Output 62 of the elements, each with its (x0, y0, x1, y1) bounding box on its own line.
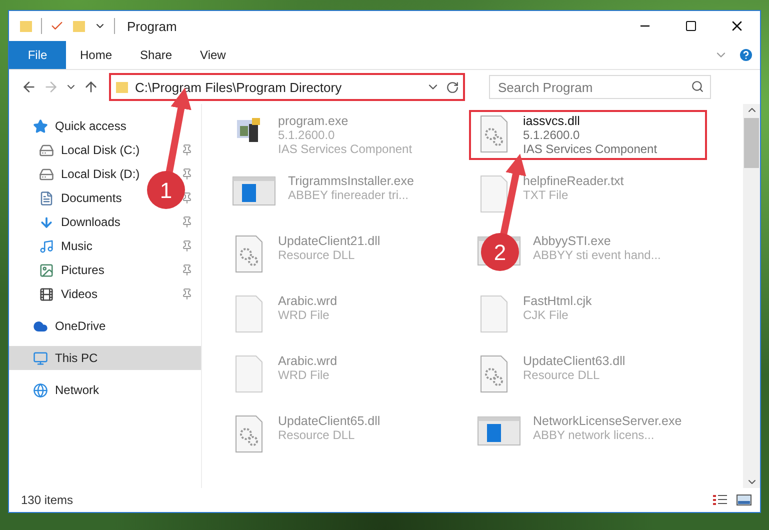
file-detail: 5.1.2600.0 (278, 128, 335, 142)
maximize-icon (685, 20, 697, 32)
file-detail: ABBEY finereader tri... (288, 188, 409, 202)
sidebar-item[interactable]: OneDrive (33, 318, 106, 334)
sidebar-item[interactable]: Videos (39, 286, 98, 302)
up-button[interactable] (83, 79, 99, 95)
document-icon (39, 190, 54, 206)
window-icon (477, 414, 521, 448)
back-button[interactable] (21, 79, 37, 95)
network-icon (33, 382, 48, 398)
step-number: 2 (494, 240, 506, 265)
drive-icon (39, 142, 54, 158)
refresh-icon[interactable] (446, 80, 459, 94)
step-number: 1 (160, 178, 172, 203)
file-detail: IAS Services Component (523, 142, 658, 156)
sidebar-item[interactable]: Local Disk (D:) (39, 166, 140, 182)
sidebar-item[interactable]: Network (33, 382, 100, 398)
ribbon-tab[interactable]: Share (126, 41, 186, 69)
drive-icon (39, 166, 54, 182)
file-detail: WRD File (278, 308, 330, 322)
file-detail: WRD File (278, 368, 330, 382)
download-icon (39, 214, 54, 230)
file-detail: ABBY network licens... (533, 428, 654, 442)
forward-icon (43, 79, 59, 95)
back-icon (21, 79, 37, 95)
file-name[interactable]: iassvcs.dll (523, 114, 580, 128)
help-icon[interactable] (738, 47, 754, 63)
picture-icon (39, 262, 54, 278)
file-detail: ABBYY sti event hand... (533, 248, 661, 262)
search-field[interactable]: Search Program (489, 75, 711, 99)
window-title: Program (127, 18, 177, 34)
sidebar-item[interactable]: Local Disk (C:) (39, 142, 140, 158)
window-icon (232, 174, 276, 208)
up-icon (83, 79, 99, 95)
address-bar[interactable]: C:\Program Files\Program Directory (109, 73, 465, 101)
scroll-thumb[interactable] (744, 118, 759, 168)
music-icon (39, 238, 54, 254)
sidebar-item[interactable]: Pictures (39, 262, 104, 278)
monitor-icon (33, 350, 48, 366)
file-detail: CJK File (523, 308, 568, 322)
file-detail: TXT File (523, 188, 568, 202)
star-icon (33, 118, 48, 134)
ribbon-tab[interactable]: Home (66, 41, 126, 69)
sidebar-item[interactable]: Quick access (33, 118, 126, 134)
item-count: 130 items (21, 493, 74, 507)
scrollbar[interactable] (743, 104, 760, 488)
details-view-icon[interactable] (712, 493, 728, 507)
file-detail: Resource DLL (278, 428, 355, 442)
ribbon-tab[interactable]: View (186, 41, 240, 69)
file-detail: Resource DLL (523, 368, 600, 382)
film-icon (39, 286, 54, 302)
sidebar-item[interactable]: Downloads (39, 214, 120, 230)
tiles-view-icon[interactable] (736, 493, 752, 507)
sidebar-item[interactable]: Documents (39, 190, 122, 206)
file-detail: 5.1.2600.0 (523, 128, 580, 142)
search-icon[interactable] (691, 80, 704, 93)
folder-icon (115, 80, 129, 94)
cloud-icon (33, 318, 48, 334)
file-detail: IAS Services Component (278, 142, 412, 156)
file-detail: Resource DLL (278, 248, 355, 262)
file-tab[interactable]: File (9, 41, 66, 69)
sidebar-item[interactable]: Music (39, 238, 92, 254)
